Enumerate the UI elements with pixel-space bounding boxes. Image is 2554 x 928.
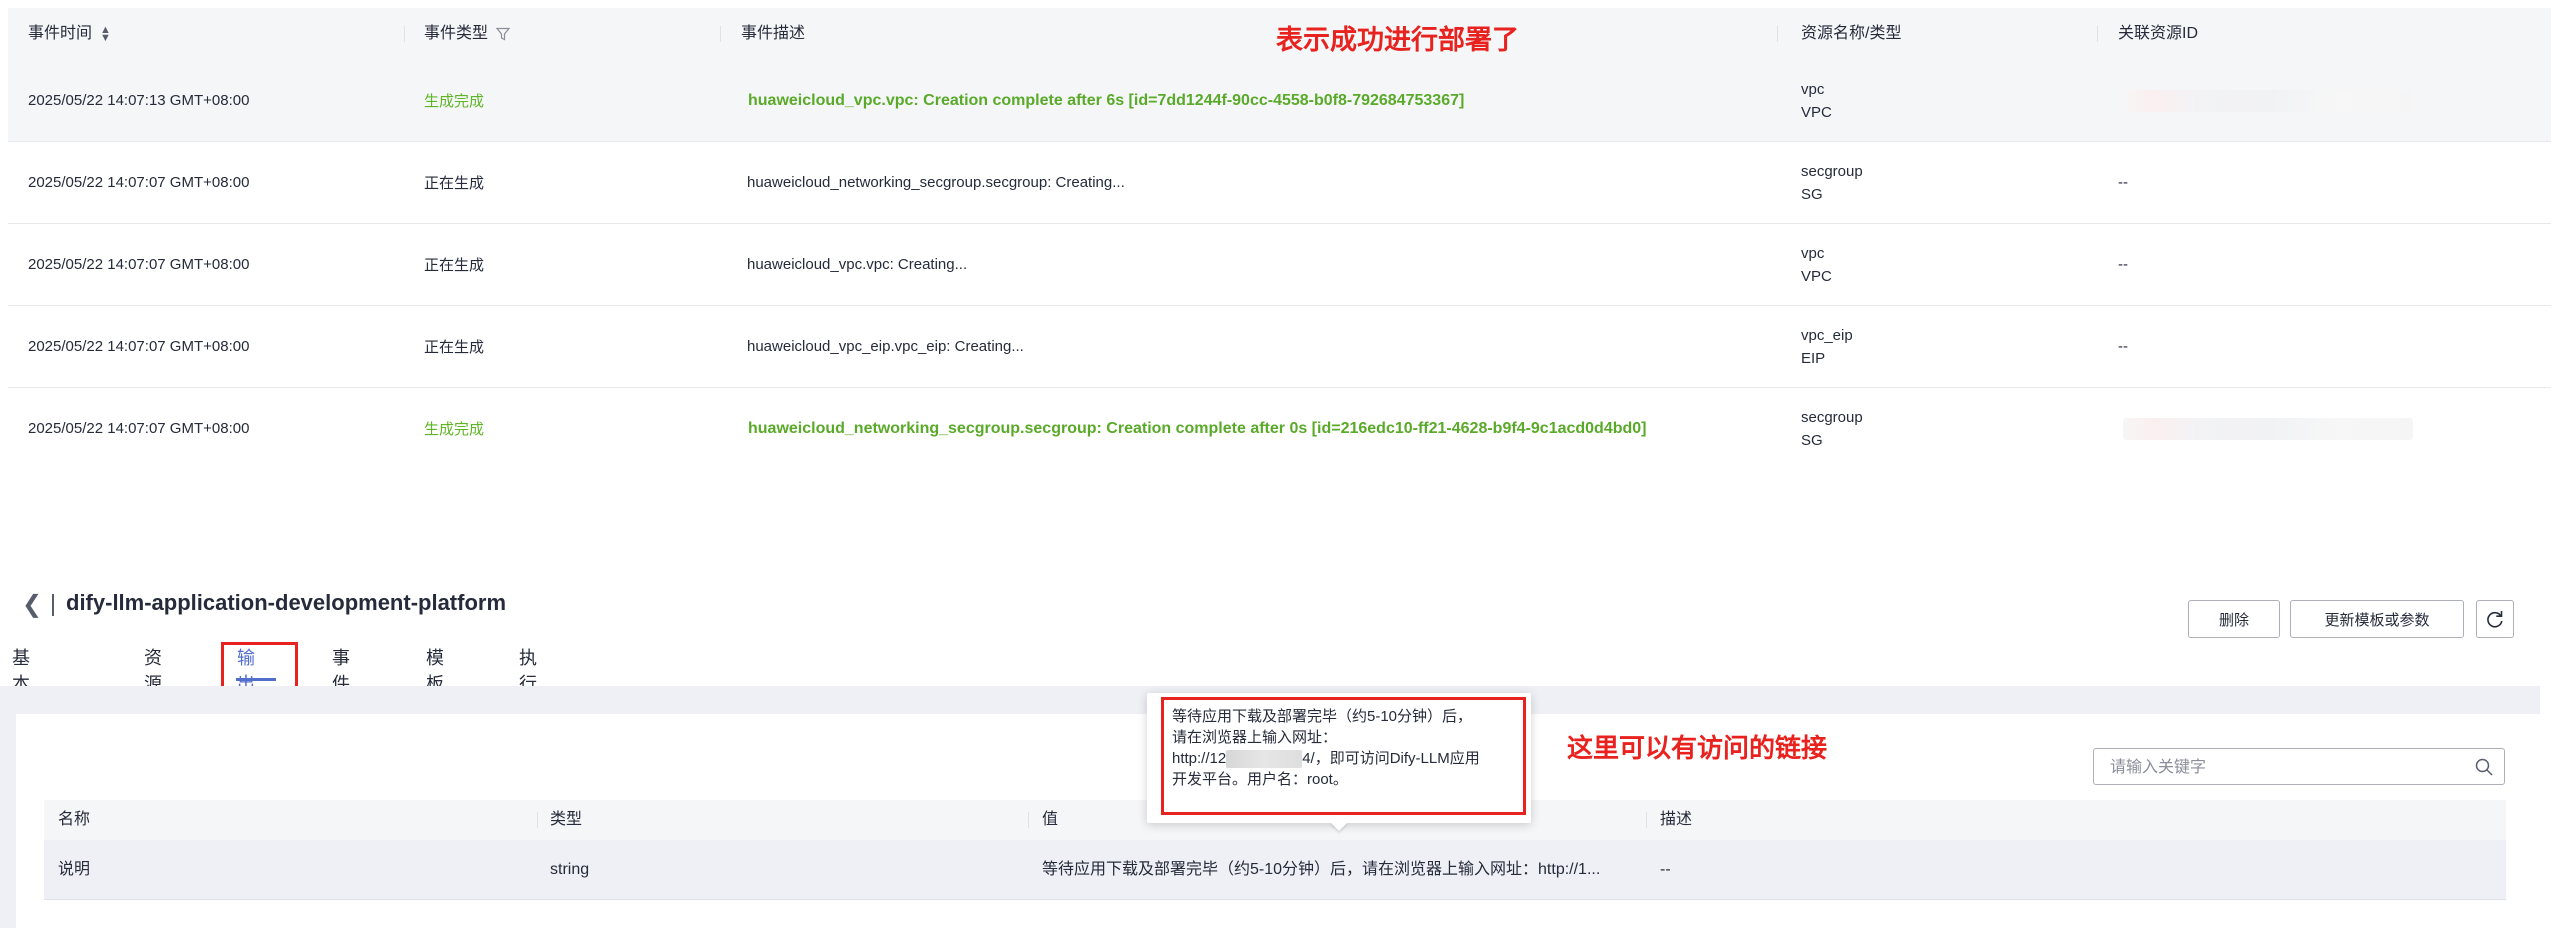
event-description: huaweicloud_vpc.vpc: Creation complete a… [748,91,1465,109]
resource-id: -- [2118,256,2128,273]
search-icon[interactable] [2474,757,2494,777]
annotation-box-tooltip [1161,697,1526,815]
resource-cell: secgroup SG [1801,388,1863,469]
column-divider [537,812,538,828]
column-header-description: 描述 [1660,811,1693,828]
sort-icon[interactable]: ▲ ▼ [100,24,111,43]
annotation-deploy-success: 表示成功进行部署了 [1276,25,1519,55]
column-header-type[interactable]: 事件类型 [424,8,511,60]
event-description: huaweicloud_networking_secgroup.secgroup… [748,419,1647,437]
resource-name: secgroup [1801,162,1863,180]
resource-id: -- [2118,338,2128,355]
resource-name: secgroup [1801,408,1863,426]
output-value[interactable]: 等待应用下载及部署完毕（约5-10分钟）后，请在浏览器上输入网址：http://… [1042,840,1600,899]
column-header-value: 值 [1042,811,1059,828]
event-time: 2025/05/22 14:07:07 GMT+08:00 [28,174,250,191]
table-row: 2025/05/22 14:07:07 GMT+08:00 正在生成 huawe… [8,306,2551,388]
column-header-resource-id: 关联资源ID [2118,25,2199,42]
title-divider [52,594,54,616]
event-type: 正在生成 [424,339,485,356]
table-row: 2025/05/22 14:07:07 GMT+08:00 正在生成 huawe… [8,224,2551,306]
resource-type: VPC [1801,103,1832,121]
search-input[interactable] [2108,749,2452,786]
event-type: 生成完成 [424,421,485,438]
event-type: 正在生成 [424,257,485,274]
resource-type: SG [1801,431,1823,449]
table-row: 2025/05/22 14:07:07 GMT+08:00 正在生成 huawe… [8,142,2551,224]
column-header-resource: 资源名称/类型 [1801,25,1902,42]
resource-id-redacted[interactable] [2123,388,2413,469]
resource-id: -- [2118,174,2128,191]
event-time: 2025/05/22 14:07:07 GMT+08:00 [28,420,250,437]
back-chevron-icon[interactable]: ❮ [22,590,42,619]
resource-type: SG [1801,185,1823,203]
column-divider [2097,26,2098,42]
column-divider [720,26,721,42]
events-table: 事件时间 ▲ ▼ 事件类型 事件描述 资源名称/类型 关联资源ID 2025/05/… [8,8,2551,469]
resource-id-redacted[interactable] [2123,60,2413,141]
column-divider [1777,26,1778,42]
resource-type: EIP [1801,349,1826,367]
column-divider [1646,812,1647,828]
output-description: -- [1660,861,1671,878]
redacted-id [2123,89,2413,112]
annotation-box-output-tab [221,642,298,690]
resource-cell: secgroup SG [1801,142,1863,223]
tooltip-arrow [1330,822,1348,831]
output-name: 说明 [58,861,91,878]
page-title: dify-llm-application-development-platfor… [66,590,507,615]
resource-cell: vpc_eip EIP [1801,306,1853,387]
column-header-time[interactable]: 事件时间 ▲ ▼ [28,8,111,60]
event-type: 正在生成 [424,175,485,192]
event-time: 2025/05/22 14:07:07 GMT+08:00 [28,338,250,355]
event-type: 生成完成 [424,93,485,110]
event-time: 2025/05/22 14:07:07 GMT+08:00 [28,256,250,273]
search-field[interactable] [2093,748,2505,786]
event-time: 2025/05/22 14:07:13 GMT+08:00 [28,92,250,109]
refresh-icon [2487,611,2503,628]
update-template-button[interactable]: 更新模板或参数 [2290,600,2464,638]
resource-cell: vpc VPC [1801,224,1832,305]
column-header-name: 名称 [58,811,91,828]
redacted-id [2123,417,2413,440]
column-header-description: 事件描述 [741,25,806,42]
resource-name: vpc [1801,80,1825,98]
table-row: 说明 string 等待应用下载及部署完毕（约5-10分钟）后，请在浏览器上输入… [44,840,2506,900]
refresh-button[interactable] [2476,600,2514,638]
output-type: string [550,861,590,878]
event-description: huaweicloud_vpc.vpc: Creating... [747,256,968,273]
column-divider [1028,812,1029,828]
event-description: huaweicloud_networking_secgroup.secgroup… [747,174,1125,191]
column-divider [404,26,405,42]
column-header-type: 类型 [550,811,583,828]
table-row: 2025/05/22 14:07:13 GMT+08:00 生成完成 huawe… [8,60,2551,142]
filter-icon[interactable] [496,27,511,41]
resource-type: VPC [1801,267,1832,285]
table-row: 2025/05/22 14:07:07 GMT+08:00 生成完成 huawe… [8,388,2551,469]
resource-name: vpc_eip [1801,326,1853,344]
resource-cell: vpc VPC [1801,60,1832,141]
annotation-access-link: 这里可以有访问的链接 [1567,733,1828,763]
delete-button[interactable]: 删除 [2188,600,2280,638]
resource-name: vpc [1801,244,1825,262]
event-description: huaweicloud_vpc_eip.vpc_eip: Creating... [747,338,1024,355]
